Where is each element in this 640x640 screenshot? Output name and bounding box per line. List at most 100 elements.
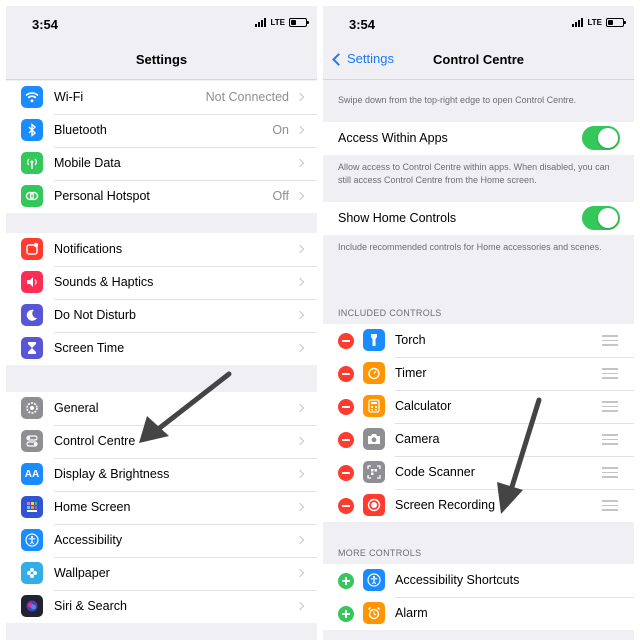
settings-row-sounds[interactable]: Sounds & Haptics [6, 266, 317, 299]
show-home-controls-group: Show Home Controls [323, 202, 634, 235]
navigation-bar: Settings Control Centre [323, 44, 634, 80]
control-label: Calculator [395, 399, 452, 413]
moon-icon [21, 304, 43, 326]
chevron-right-icon [295, 125, 305, 135]
settings-row-siri[interactable]: Siri & Search [6, 590, 317, 623]
status-bar: 3:54 LTE [323, 6, 634, 44]
control-label: Camera [395, 432, 440, 446]
settings-row-screen-time[interactable]: Screen Time [6, 332, 317, 365]
notifications-icon [21, 238, 43, 260]
reorder-handle[interactable] [602, 368, 618, 382]
remove-button[interactable] [338, 399, 354, 415]
included-control-camera: Camera [323, 423, 634, 456]
remove-button[interactable] [338, 432, 354, 448]
alarm-icon [363, 602, 385, 624]
chevron-right-icon [295, 277, 305, 287]
show-home-controls-row: Show Home Controls [323, 202, 634, 235]
add-button[interactable] [338, 573, 354, 589]
screenshot-collage: 3:54 LTE Settings Wi-Fi Not Connected Bl… [0, 0, 640, 640]
included-control-torch: Torch [323, 324, 634, 357]
included-controls-header: INCLUDED CONTROLS [338, 308, 442, 318]
chevron-right-icon [295, 601, 305, 611]
chevron-right-icon [295, 535, 305, 545]
chevron-right-icon [295, 191, 305, 201]
control-label: Code Scanner [395, 465, 475, 479]
settings-row-display[interactable]: AA Display & Brightness [6, 458, 317, 491]
control-centre-screen: 3:54 LTE Settings Control Centre Swipe d… [323, 6, 634, 640]
hourglass-icon [21, 337, 43, 359]
more-control-alarm: Alarm [323, 597, 634, 630]
battery-icon [606, 18, 626, 27]
settings-row-label: Home Screen [54, 500, 131, 514]
settings-row-label: Control Centre [54, 434, 136, 448]
reorder-handle[interactable] [602, 467, 618, 481]
signal-icon [255, 18, 267, 27]
settings-row-accessibility[interactable]: Accessibility [6, 524, 317, 557]
remove-button[interactable] [338, 333, 354, 349]
reorder-handle[interactable] [602, 434, 618, 448]
status-bar: 3:54 LTE [6, 6, 317, 44]
show-home-controls-label: Show Home Controls [338, 211, 457, 225]
included-control-screen-recording: Screen Recording [323, 489, 634, 522]
chevron-right-icon [295, 343, 305, 353]
more-controls-list: Accessibility Shortcuts Alarm [323, 564, 634, 630]
status-time: 3:54 [32, 17, 59, 32]
settings-row-personal-hotspot[interactable]: Personal Hotspot Off [6, 180, 317, 213]
reorder-handle[interactable] [602, 500, 618, 514]
settings-row-wifi[interactable]: Wi-Fi Not Connected [6, 81, 317, 114]
record-icon [363, 494, 385, 516]
more-controls-header: MORE CONTROLS [338, 548, 422, 558]
settings-row-do-not-disturb[interactable]: Do Not Disturb [6, 299, 317, 332]
siri-icon [21, 595, 43, 617]
control-label: Alarm [395, 606, 428, 620]
settings-row-value: Not Connected [205, 90, 289, 104]
settings-row-label: Mobile Data [54, 156, 121, 170]
reorder-handle[interactable] [602, 401, 618, 415]
included-control-timer: Timer [323, 357, 634, 390]
network-type: LTE [587, 18, 602, 27]
home-grid-icon [21, 496, 43, 518]
remove-button[interactable] [338, 366, 354, 382]
settings-row-label: Accessibility [54, 533, 123, 547]
show-home-controls-toggle[interactable] [582, 206, 620, 230]
timer-icon [363, 362, 385, 384]
settings-group-notifications: Notifications Sounds & Haptics Do Not Di… [6, 233, 317, 365]
settings-row-label: Personal Hotspot [54, 189, 150, 203]
torch-icon [363, 329, 385, 351]
settings-group-general: General Control Centre AA Display & Brig… [6, 392, 317, 623]
page-title: Settings [135, 52, 188, 67]
chevron-right-icon [295, 310, 305, 320]
remove-button[interactable] [338, 498, 354, 514]
calculator-icon [363, 395, 385, 417]
settings-row-bluetooth[interactable]: Bluetooth On [6, 114, 317, 147]
reorder-handle[interactable] [602, 335, 618, 349]
control-label: Accessibility Shortcuts [395, 573, 520, 587]
camera-icon [363, 428, 385, 450]
included-controls-list: Torch Timer Calculator Camera Code Scann… [323, 324, 634, 522]
flower-icon [21, 562, 43, 584]
settings-row-label: Display & Brightness [54, 467, 170, 481]
access-within-apps-toggle[interactable] [582, 126, 620, 150]
access-within-apps-row: Access Within Apps [323, 122, 634, 155]
signal-icon [572, 18, 584, 27]
wifi-icon [21, 86, 43, 108]
remove-button[interactable] [338, 465, 354, 481]
network-type: LTE [270, 18, 285, 27]
text-size-icon: AA [21, 463, 43, 485]
settings-row-control-centre[interactable]: Control Centre [6, 425, 317, 458]
qr-scanner-icon [363, 461, 385, 483]
settings-row-label: General [54, 401, 99, 415]
add-button[interactable] [338, 606, 354, 622]
settings-row-notifications[interactable]: Notifications [6, 233, 317, 266]
settings-row-value: Off [272, 189, 289, 203]
navigation-bar: Settings [6, 44, 317, 80]
status-time: 3:54 [349, 17, 376, 32]
settings-row-wallpaper[interactable]: Wallpaper [6, 557, 317, 590]
settings-row-home-screen[interactable]: Home Screen [6, 491, 317, 524]
page-title: Control Centre [433, 52, 524, 67]
settings-row-label: Screen Time [54, 341, 125, 355]
settings-row-mobile-data[interactable]: Mobile Data [6, 147, 317, 180]
settings-row-value: On [272, 123, 289, 137]
chevron-right-icon [295, 568, 305, 578]
settings-row-general[interactable]: General [6, 392, 317, 425]
